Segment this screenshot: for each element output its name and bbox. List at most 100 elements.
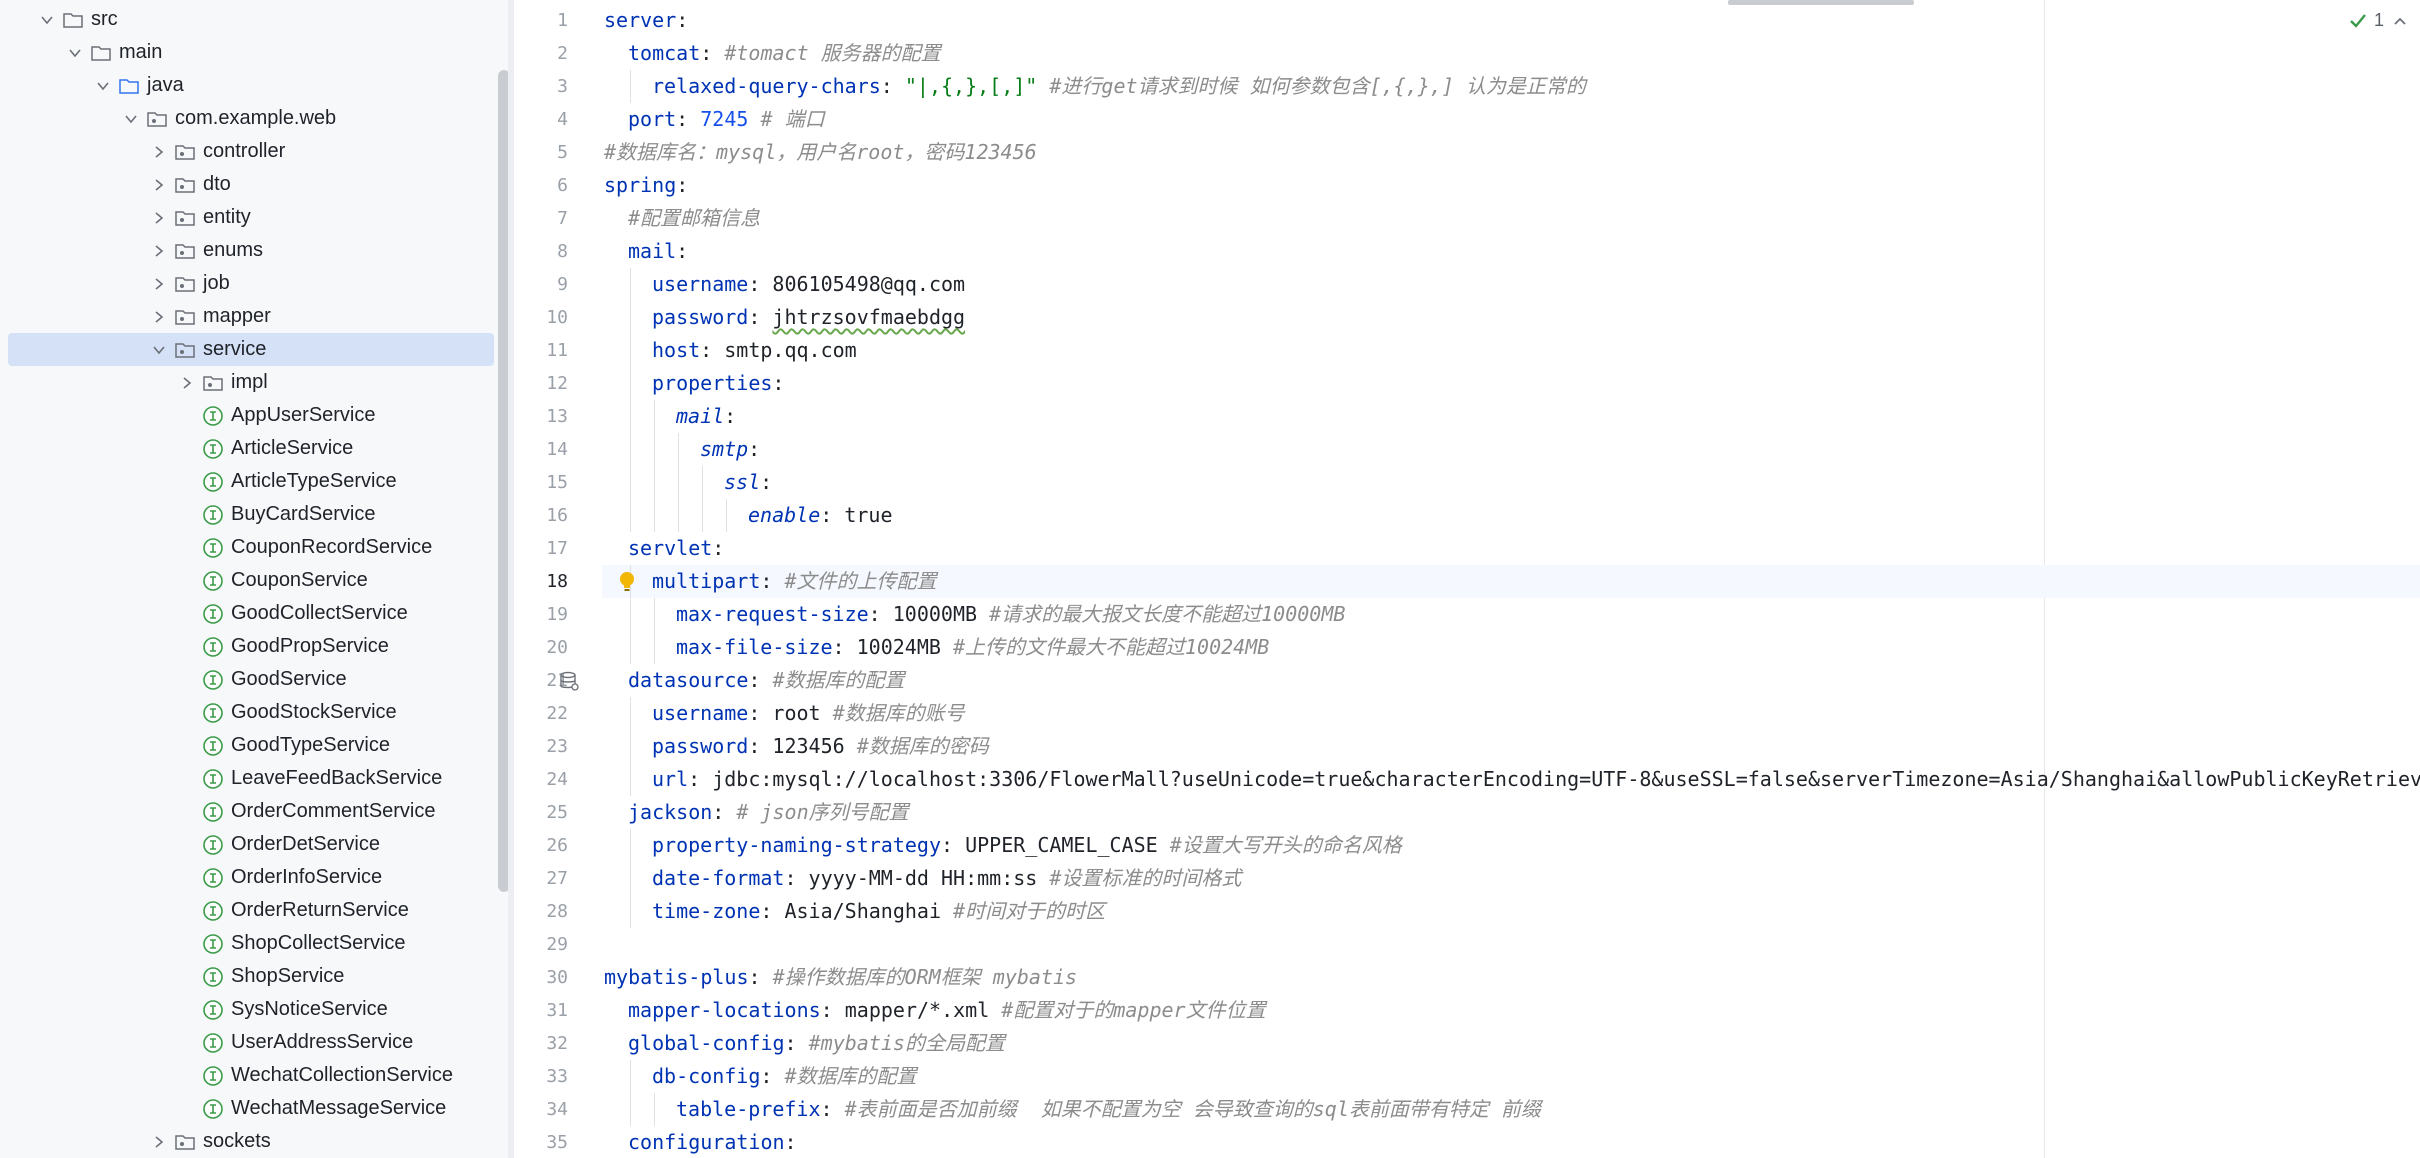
tree-item-orderinfoservice[interactable]: OrderInfoService [0, 861, 500, 894]
chevron-down-icon[interactable] [148, 339, 170, 361]
tree-item-java[interactable]: java [0, 69, 500, 102]
tree-item-leavefeedbackservice[interactable]: LeaveFeedBackService [0, 762, 500, 795]
line-number[interactable]: 3 [514, 70, 602, 103]
tree-item-articletypeservice[interactable]: ArticleTypeService [0, 465, 500, 498]
code-line[interactable]: password: jhtrzsovfmaebdgg [602, 301, 2420, 334]
code-line[interactable]: configuration: [602, 1126, 2420, 1158]
code-line[interactable]: #数据库名：mysql，用户名root，密码123456 [602, 136, 2420, 169]
tree-item-couponservice[interactable]: CouponService [0, 564, 500, 597]
code-line[interactable]: time-zone: Asia/Shanghai #时间对于的时区 [602, 895, 2420, 928]
tree-item-src[interactable]: src [0, 3, 500, 36]
line-number[interactable]: 35 [514, 1126, 602, 1158]
chevron-right-icon[interactable] [148, 174, 170, 196]
tree-item-goodservice[interactable]: GoodService [0, 663, 500, 696]
tree-item-wechatmessageservice[interactable]: WechatMessageService [0, 1092, 500, 1125]
line-number[interactable]: 18 [514, 565, 602, 598]
line-number[interactable]: 10 [514, 301, 602, 334]
tree-item-main[interactable]: main [0, 36, 500, 69]
code-line[interactable]: host: smtp.qq.com [602, 334, 2420, 367]
tree-item-dto[interactable]: dto [0, 168, 500, 201]
line-number[interactable]: 23 [514, 730, 602, 763]
code-line[interactable]: jackson: # json序列号配置 [602, 796, 2420, 829]
line-number[interactable]: 27 [514, 862, 602, 895]
line-number[interactable]: 11 [514, 334, 602, 367]
code-line[interactable]: db-config: #数据库的配置 [602, 1060, 2420, 1093]
line-number[interactable]: 25 [514, 796, 602, 829]
line-number[interactable]: 7 [514, 202, 602, 235]
line-number[interactable]: 24 [514, 763, 602, 796]
code-line[interactable]: username: root #数据库的账号 [602, 697, 2420, 730]
tree-item-goodcollectservice[interactable]: GoodCollectService [0, 597, 500, 630]
tree-item-ordercommentservice[interactable]: OrderCommentService [0, 795, 500, 828]
tree-item-goodtypeservice[interactable]: GoodTypeService [0, 729, 500, 762]
line-number[interactable]: 4 [514, 103, 602, 136]
tree-item-shopservice[interactable]: ShopService [0, 960, 500, 993]
code-line[interactable] [602, 928, 2420, 961]
code-line[interactable]: ssl: [602, 466, 2420, 499]
tree-item-couponrecordservice[interactable]: CouponRecordService [0, 531, 500, 564]
code-line[interactable]: max-request-size: 10000MB #请求的最大报文长度不能超过… [602, 598, 2420, 631]
line-number[interactable]: 5 [514, 136, 602, 169]
line-number[interactable]: 2 [514, 37, 602, 70]
tree-item-orderreturnservice[interactable]: OrderReturnService [0, 894, 500, 927]
line-number[interactable]: 31 [514, 994, 602, 1027]
code-line[interactable]: multipart: #文件的上传配置 [602, 565, 2420, 598]
code-line[interactable]: relaxed-query-chars: "|,{,},[,]" #进行get请… [602, 70, 2420, 103]
code-line[interactable]: max-file-size: 10024MB #上传的文件最大不能超过10024… [602, 631, 2420, 664]
line-number[interactable]: 28 [514, 895, 602, 928]
tree-item-wechatcollectionservice[interactable]: WechatCollectionService [0, 1059, 500, 1092]
tree-item-orderdetservice[interactable]: OrderDetService [0, 828, 500, 861]
code-line[interactable]: tomcat: #tomact 服务器的配置 [602, 37, 2420, 70]
line-number[interactable]: 17 [514, 532, 602, 565]
chevron-right-icon[interactable] [148, 207, 170, 229]
line-number[interactable]: 14 [514, 433, 602, 466]
tree-item-com-example-web[interactable]: com.example.web [0, 102, 500, 135]
line-number[interactable]: 16 [514, 499, 602, 532]
chevron-right-icon[interactable] [148, 141, 170, 163]
chevron-right-icon[interactable] [176, 372, 198, 394]
chevron-down-icon[interactable] [92, 75, 114, 97]
tree-item-goodpropservice[interactable]: GoodPropService [0, 630, 500, 663]
code-line[interactable]: mail: [602, 235, 2420, 268]
tree-scrollbar[interactable] [498, 70, 508, 892]
line-number[interactable]: 19 [514, 598, 602, 631]
line-number[interactable]: 34 [514, 1093, 602, 1126]
chevron-down-icon[interactable] [64, 42, 86, 64]
inspection-widget[interactable]: 1 [2348, 10, 2410, 31]
line-number[interactable]: 30 [514, 961, 602, 994]
code-line[interactable]: mapper-locations: mapper/*.xml #配置对于的map… [602, 994, 2420, 1027]
chevron-down-icon[interactable] [120, 108, 142, 130]
code-line[interactable]: mybatis-plus: #操作数据库的ORM框架 mybatis [602, 961, 2420, 994]
tree-item-mapper[interactable]: mapper [0, 300, 500, 333]
tree-item-articleservice[interactable]: ArticleService [0, 432, 500, 465]
lightbulb-icon[interactable] [616, 570, 638, 594]
tree-item-buycardservice[interactable]: BuyCardService [0, 498, 500, 531]
code-line[interactable]: table-prefix: #表前面是否加前缀 如果不配置为空 会导致查询的sq… [602, 1093, 2420, 1126]
tree-item-entity[interactable]: entity [0, 201, 500, 234]
code-line[interactable]: enable: true [602, 499, 2420, 532]
code-line[interactable]: property-naming-strategy: UPPER_CAMEL_CA… [602, 829, 2420, 862]
line-number[interactable]: 21 [514, 664, 602, 697]
tree-item-appuserservice[interactable]: AppUserService [0, 399, 500, 432]
line-number[interactable]: 6 [514, 169, 602, 202]
tree-item-shopcollectservice[interactable]: ShopCollectService [0, 927, 500, 960]
chevron-right-icon[interactable] [148, 240, 170, 262]
chevron-right-icon[interactable] [148, 1131, 170, 1153]
code-line[interactable]: mail: [602, 400, 2420, 433]
line-number[interactable]: 20 [514, 631, 602, 664]
line-number[interactable]: 8 [514, 235, 602, 268]
tree-item-useraddressservice[interactable]: UserAddressService [0, 1026, 500, 1059]
tree-item-goodstockservice[interactable]: GoodStockService [0, 696, 500, 729]
line-number[interactable]: 1 [514, 4, 602, 37]
code-line[interactable]: password: 123456 #数据库的密码 [602, 730, 2420, 763]
tree-item-impl[interactable]: impl [0, 366, 500, 399]
tree-item-job[interactable]: job [0, 267, 500, 300]
line-number[interactable]: 29 [514, 928, 602, 961]
chevron-up-icon[interactable] [2390, 11, 2410, 31]
code-line[interactable]: spring: [602, 169, 2420, 202]
tree-item-enums[interactable]: enums [0, 234, 500, 267]
code-line[interactable]: smtp: [602, 433, 2420, 466]
code-line[interactable]: servlet: [602, 532, 2420, 565]
chevron-down-icon[interactable] [36, 9, 58, 31]
line-number[interactable]: 12 [514, 367, 602, 400]
